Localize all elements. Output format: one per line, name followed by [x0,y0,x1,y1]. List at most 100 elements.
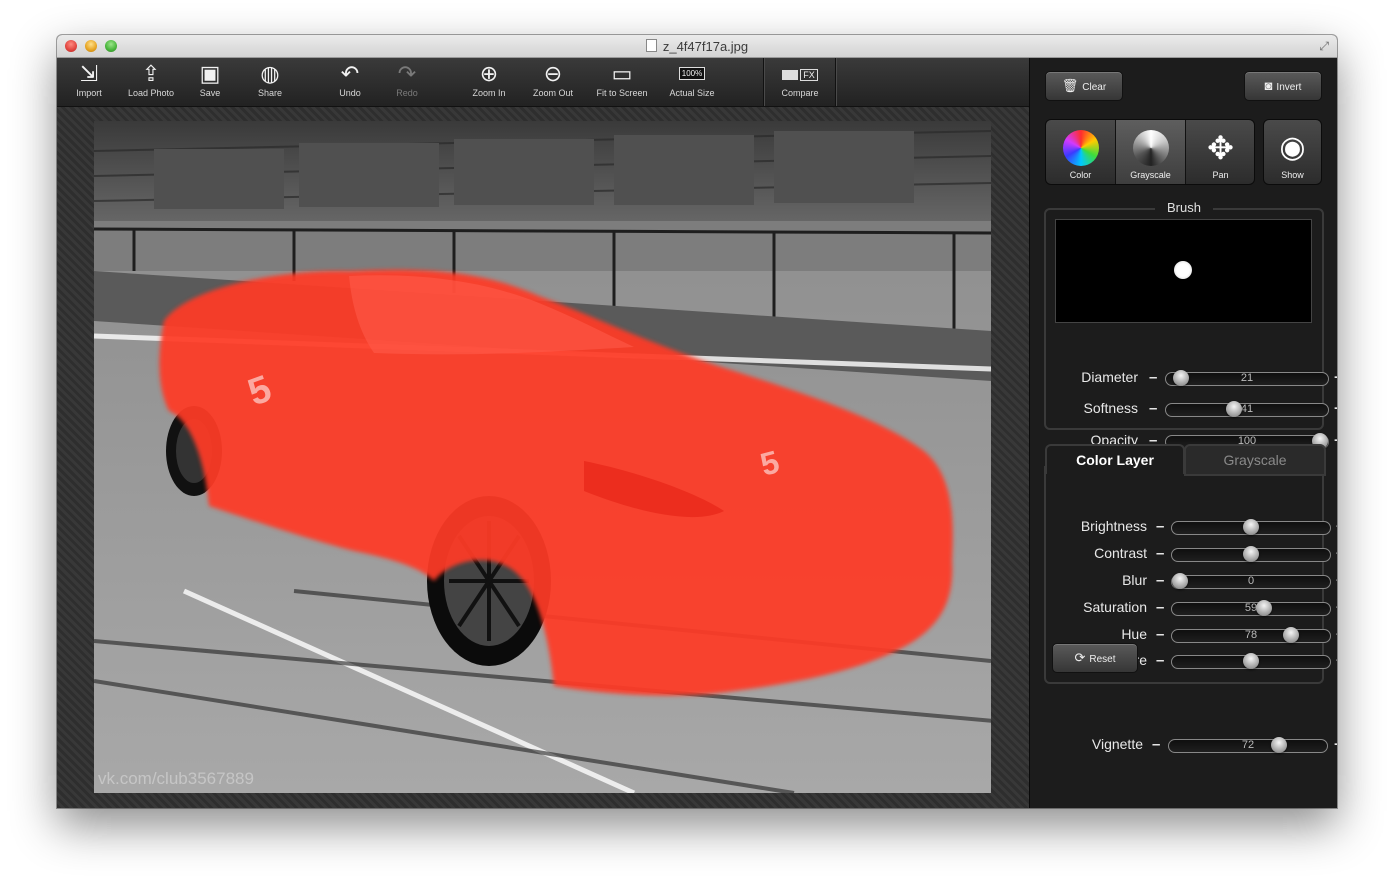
zoom-in-button[interactable]: ⊕ Zoom In [469,60,509,104]
brightness-label: Brightness [1080,518,1147,534]
invert-icon: ◙ [1264,78,1273,93]
actual-size-icon: 100% [666,60,718,88]
hue-value: 78 [1244,629,1258,641]
canvas-area[interactable]: 5 5 vk.com/club3567889 [57,107,1029,808]
blur-increase-button[interactable]: + [1336,573,1337,588]
hue-decrease-button[interactable]: – [1156,627,1164,642]
saturation-label: Saturation [1083,599,1147,615]
trash-icon: 🗑 [1061,78,1079,93]
diameter-decrease-button[interactable]: – [1149,370,1157,385]
toolbar: ⇲ Import ⇪ Load Photo ▣ Save ◍ Share ↶ U… [57,58,1029,107]
tab-grayscale[interactable]: Grayscale [1184,444,1326,476]
brush-title: Brush [1044,200,1324,215]
contrast-increase-button[interactable]: + [1336,546,1337,561]
share-button[interactable]: ◍ Share [253,60,287,104]
vignette-increase-button[interactable]: + [1334,737,1337,752]
show-button[interactable]: ◉ Show [1263,119,1322,185]
load-photo-button[interactable]: ⇪ Load Photo [125,60,177,104]
car-photo: 5 5 [94,121,991,793]
refresh-icon: ⟳ [1074,650,1086,665]
brightness-decrease-button[interactable]: – [1156,519,1164,534]
softness-decrease-button[interactable]: – [1149,401,1157,416]
softness-increase-button[interactable]: + [1334,401,1337,416]
photo-watermark: vk.com/club3567889 [98,769,254,788]
compare-icon: FX [775,60,825,88]
eye-icon: ◉ [1279,131,1306,164]
hue-increase-button[interactable]: + [1336,627,1337,642]
exposure-slider-knob[interactable] [1243,653,1259,669]
saturation-increase-button[interactable]: + [1336,600,1337,615]
zoom-out-button[interactable]: ⊖ Zoom Out [530,60,576,104]
vignette-slider[interactable]: 72 [1168,737,1328,753]
import-icon: ⇲ [79,61,99,86]
exposure-increase-button[interactable]: + [1336,653,1337,668]
redo-button[interactable]: ↷ Redo [392,60,422,104]
contrast-slider[interactable]: 50 [1171,546,1331,562]
softness-slider-knob[interactable] [1225,401,1242,417]
toolbar-separator [835,58,837,106]
hue-slider[interactable]: 78 [1171,627,1331,643]
title-bar: z_4f47f17a.jpg ⤢ [57,35,1337,58]
brightness-slider[interactable]: 50 [1171,519,1331,535]
softness-label: Softness [1083,400,1138,416]
saturation-slider-knob[interactable] [1255,600,1272,616]
exposure-decrease-button[interactable]: – [1156,653,1164,668]
fit-to-screen-button[interactable]: ▭ Fit to Screen [592,60,652,104]
window-title: z_4f47f17a.jpg [57,39,1337,54]
vignette-decrease-button[interactable]: – [1152,737,1160,752]
toolbar-separator [763,58,765,106]
compare-button[interactable]: FX Compare [775,60,825,104]
diameter-increase-button[interactable]: + [1334,370,1337,385]
upload-icon: ⇪ [141,61,161,86]
redo-icon: ↷ [397,61,417,86]
fit-screen-icon: ▭ [611,61,633,86]
app-window: z_4f47f17a.jpg ⤢ ⇲ Import ⇪ Load Photo ▣… [57,35,1337,808]
vignette-label: Vignette [1091,736,1143,752]
vignette-value: 72 [1241,739,1255,751]
globe-icon: ◍ [260,61,280,86]
diameter-label: Diameter [1081,369,1138,385]
blur-decrease-button[interactable]: – [1156,573,1164,588]
color-wheel-icon [1062,130,1099,166]
saturation-slider[interactable]: 59 [1171,600,1331,616]
hue-slider-knob[interactable] [1282,627,1299,643]
hue-label: Hue [1121,626,1147,642]
brush-dot [1174,261,1192,279]
softness-slider[interactable]: 41 [1165,401,1329,417]
contrast-label: Contrast [1094,545,1147,561]
reset-button[interactable]: ⟳ Reset [1052,643,1138,673]
saturation-decrease-button[interactable]: – [1156,600,1164,615]
opacity-increase-button[interactable]: + [1334,433,1337,448]
grayscale-wheel-icon [1132,130,1169,166]
blur-slider[interactable]: 0 [1171,573,1331,589]
undo-button[interactable]: ↶ Undo [335,60,365,104]
brightness-increase-button[interactable]: + [1336,519,1337,534]
blur-value: 0 [1247,575,1255,587]
zoom-out-icon: ⊖ [543,61,563,86]
contrast-slider-knob[interactable] [1243,546,1259,562]
fullscreen-icon[interactable]: ⤢ [1319,39,1329,54]
sidebar: 🗑 Clear ◙ Invert Color Grayscale ✥ Pan ◉ S… [1029,58,1337,808]
diameter-slider[interactable]: 21 [1165,370,1329,386]
softness-value: 41 [1240,403,1254,415]
brush-mode-group: Color Grayscale ✥ Pan [1045,119,1255,185]
blur-slider-knob[interactable] [1172,573,1188,589]
clear-button[interactable]: 🗑 Clear [1045,71,1123,101]
diameter-value: 21 [1240,372,1254,384]
tab-color-layer[interactable]: Color Layer [1045,444,1185,474]
exposure-slider[interactable]: 50 [1171,653,1331,669]
contrast-decrease-button[interactable]: – [1156,546,1164,561]
actual-size-button[interactable]: 100% Actual Size [666,60,718,104]
layer-tabs: Color Layer Grayscale [1045,444,1326,476]
blur-label: Blur [1122,572,1147,588]
document-icon [645,39,657,52]
import-button[interactable]: ⇲ Import [69,60,109,104]
save-button[interactable]: ▣ Save [195,60,225,104]
grayscale-mode-button[interactable]: Grayscale [1116,120,1185,184]
pan-mode-button[interactable]: ✥ Pan [1186,120,1254,184]
invert-button[interactable]: ◙ Invert [1244,71,1322,101]
brightness-slider-knob[interactable] [1243,519,1259,535]
color-mode-button[interactable]: Color [1046,120,1115,184]
photo-canvas[interactable]: 5 5 vk.com/club3567889 [94,121,991,793]
move-arrows-icon: ✥ [1207,130,1234,166]
